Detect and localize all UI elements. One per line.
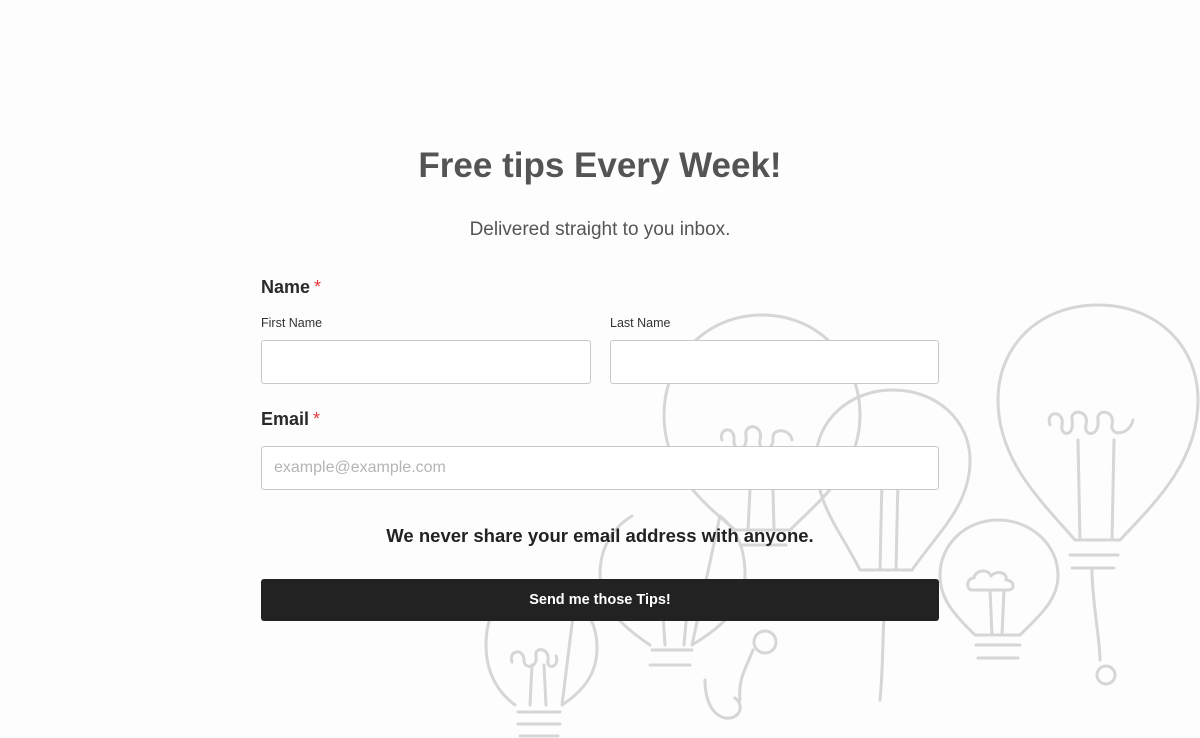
name-label: Name [261, 277, 311, 297]
required-asterisk: * [314, 277, 322, 297]
privacy-note: We never share your email address with a… [386, 525, 814, 546]
required-asterisk: * [313, 409, 321, 429]
last-name-input[interactable] [611, 341, 938, 383]
form-subtitle: Delivered straight to you inbox. [469, 219, 731, 240]
email-group-label: Email * [261, 408, 320, 430]
first-name-input[interactable] [262, 341, 590, 383]
form-title: Free tips Every Week! [418, 146, 782, 185]
last-name-field[interactable] [610, 340, 939, 384]
email-field[interactable] [261, 446, 939, 490]
email-label: Email [261, 409, 310, 429]
signup-page: Free tips Every Week! Delivered straight… [0, 0, 1200, 738]
email-input[interactable] [262, 447, 938, 489]
last-name-label: Last Name [610, 316, 671, 330]
lightbulb-icon [938, 518, 1060, 660]
first-name-field[interactable] [261, 340, 591, 384]
lightbulb-doodles-illustration [484, 303, 1200, 738]
name-group-label: Name * [261, 276, 321, 298]
first-name-label: First Name [261, 316, 323, 330]
submit-button[interactable]: Send me those Tips! [261, 579, 939, 621]
